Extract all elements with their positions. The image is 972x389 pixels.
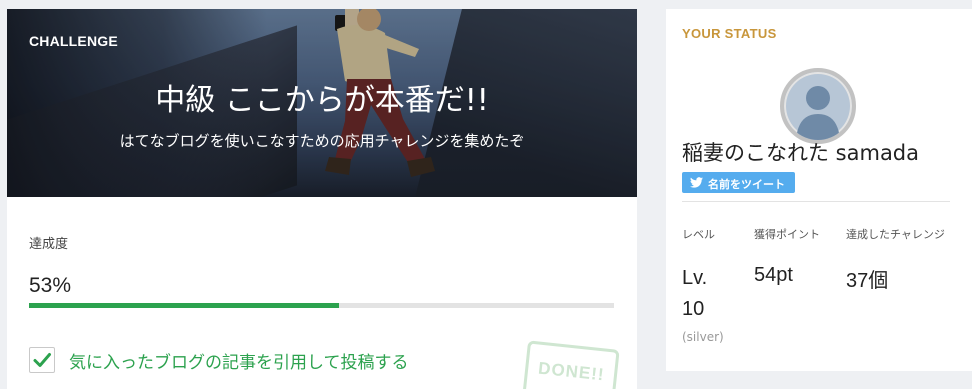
status-panel: YOUR STATUS 稲妻のこなれた samada 名前をツイート レベル L… <box>666 9 972 371</box>
stat-points: 獲得ポイント 54pt <box>754 227 824 287</box>
progress-label: 達成度 <box>29 237 69 252</box>
stat-points-value: 54pt <box>754 264 793 286</box>
stat-level-value: 10 <box>682 298 705 320</box>
progress-bar <box>29 303 614 308</box>
challenge-title: 中級 ここからが本番だ!! <box>155 83 489 118</box>
challenge-subtitle: はてなブログを使いこなすための応用チャレンジを集めたぞ <box>119 132 525 150</box>
stat-level-rank: (silver) <box>682 330 724 344</box>
task-label[interactable]: 気に入ったブログの記事を引用して投稿する <box>69 348 409 373</box>
hero-kicker: CHALLENGE <box>29 33 118 49</box>
tweet-button-label: 名前をツイート <box>708 178 785 191</box>
challenge-card: CHALLENGE 中級 ここからが本番だ!! はてなブログを使いこなすための応… <box>7 9 637 389</box>
progress-bar-fill <box>29 303 340 308</box>
progress-value: 53% <box>29 274 72 297</box>
user-silhouette-icon <box>796 86 840 140</box>
user-name: 稲妻のこなれた samada <box>682 141 920 165</box>
challenge-hero-banner: CHALLENGE 中級 ここからが本番だ!! はてなブログを使いこなすための応… <box>7 9 637 197</box>
twitter-bird-icon <box>690 177 703 188</box>
stat-challenges-value: 37個 <box>846 270 889 292</box>
tweet-name-button[interactable]: 名前をツイート <box>682 172 795 193</box>
avatar[interactable] <box>780 68 856 144</box>
status-heading: YOUR STATUS <box>682 26 777 41</box>
done-stamp: DONE!! <box>522 340 620 389</box>
stat-level-prefix: Lv. <box>682 267 708 289</box>
checkmark-icon <box>33 353 51 367</box>
task-checkbox[interactable] <box>29 347 55 373</box>
stat-points-label: 獲得ポイント <box>754 228 820 241</box>
stat-level-label: レベル <box>682 228 715 241</box>
status-divider <box>682 201 950 202</box>
stat-level: レベル Lv. 10 (silver) <box>682 227 742 344</box>
stat-challenges: 達成したチャレンジ 37個 <box>846 227 956 293</box>
stat-challenges-label: 達成したチャレンジ <box>846 228 945 241</box>
